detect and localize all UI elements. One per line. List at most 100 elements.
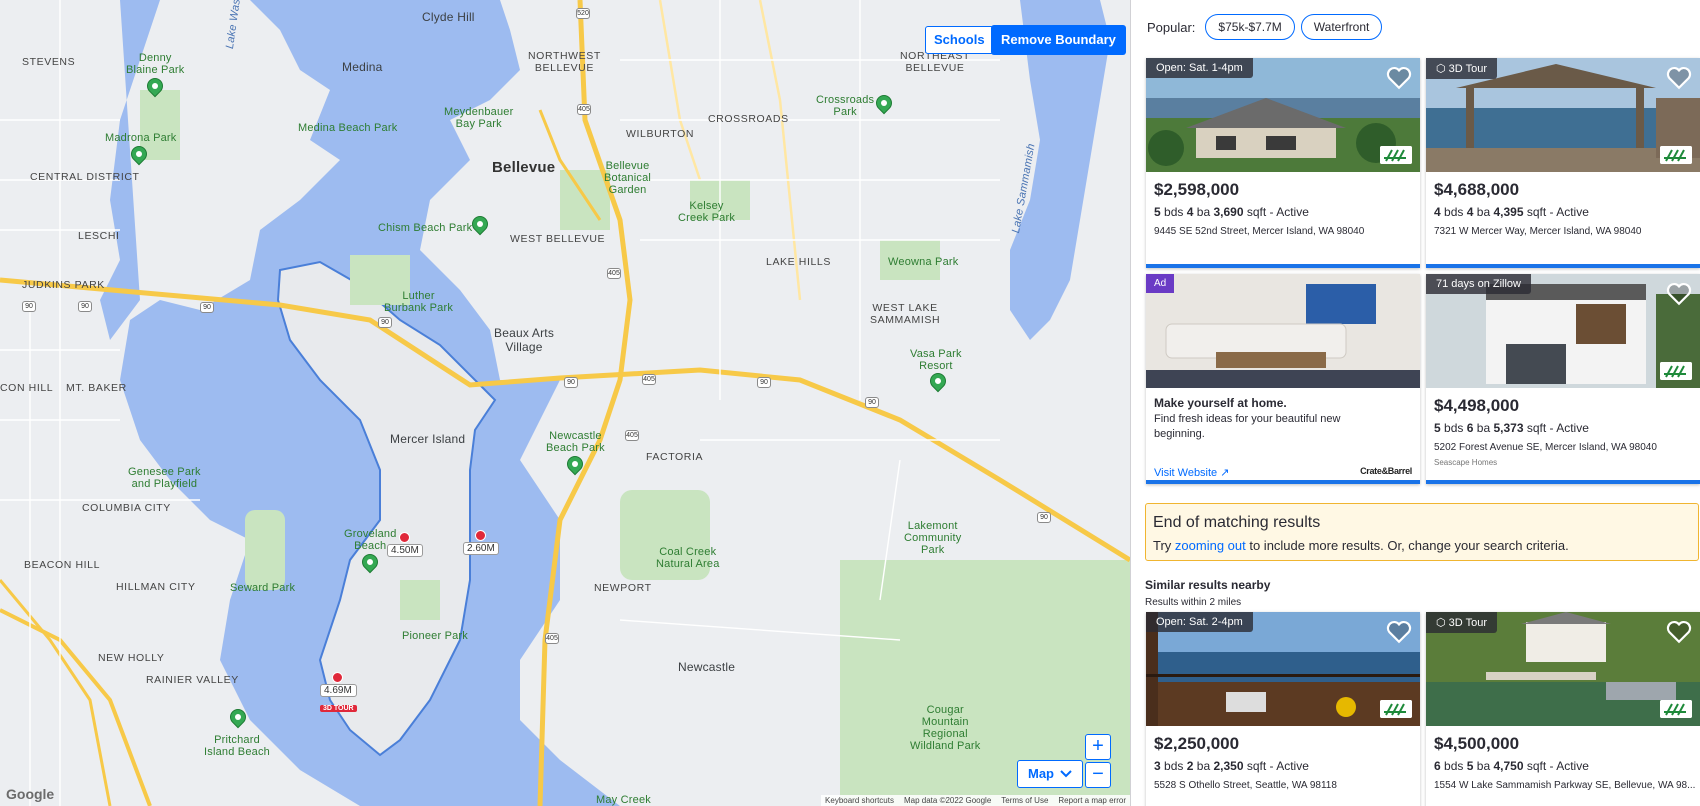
map-type-label: Map	[1028, 766, 1054, 781]
map-label-pioneer: Pioneer Park	[402, 630, 468, 642]
visit-website-link[interactable]: Visit Website ↗	[1154, 466, 1229, 479]
map-label-crossroads-park: Crossroads Park	[816, 94, 875, 118]
map-label-botanical: Bellevue Botanical Garden	[604, 160, 652, 196]
listing-card[interactable]: 71 days on Zillow $4,498,000 5 bds 6 ba …	[1426, 274, 1700, 484]
heart-icon[interactable]	[1386, 620, 1412, 644]
end-results-title: End of matching results	[1153, 514, 1321, 531]
heart-icon[interactable]	[1666, 620, 1692, 644]
zoom-in-button[interactable]: +	[1085, 734, 1111, 760]
listing-price-pin[interactable]: 4.50M	[387, 532, 423, 557]
listing-price-pin[interactable]: 2.60M	[463, 530, 499, 555]
ad-sponsor-logo: Crate&Barrel	[1360, 466, 1412, 476]
highway-shield-icon: 90	[865, 397, 879, 408]
pin-3d-tour-badge: 3D TOUR	[320, 705, 357, 712]
heart-icon[interactable]	[1386, 66, 1412, 90]
listing-price: $2,250,000	[1154, 734, 1240, 753]
map-label-newcastle: Newcastle	[678, 660, 736, 674]
heart-icon[interactable]	[1666, 66, 1692, 90]
cube-3d-icon: ⬡	[1436, 63, 1449, 75]
terms-link[interactable]: Terms of Use	[1001, 796, 1048, 805]
listing-address[interactable]: 7321 W Mercer Way, Mercer Island, WA 980…	[1434, 226, 1641, 237]
map-panel[interactable]: STEVENS CENTRAL DISTRICT LESCHI JUDKINS …	[0, 0, 1130, 806]
map-label-wilburton: WILBURTON	[626, 128, 695, 140]
zoom-out-button[interactable]: −	[1085, 762, 1111, 788]
zoom-out-link[interactable]: zooming out	[1175, 538, 1246, 553]
similar-results-subtitle: Results within 2 miles	[1145, 597, 1242, 608]
ad-photo[interactable]	[1146, 274, 1420, 388]
listing-address[interactable]: 5202 Forest Avenue SE, Mercer Island, WA…	[1434, 442, 1657, 453]
highway-shield-icon: 90	[200, 302, 214, 313]
similar-results-heading: Similar results nearby	[1145, 578, 1271, 592]
listing-badge: ⬡ 3D Tour	[1426, 612, 1497, 633]
map-type-select[interactable]: Map	[1017, 760, 1083, 788]
listing-price: $4,498,000	[1434, 396, 1520, 415]
map-label-con-hill: CON HILL	[0, 382, 54, 394]
map-label-luther: Luther Burbank Park	[384, 290, 454, 314]
map-label-coal-creek: Coal Creek Natural Area	[656, 546, 720, 570]
highway-shield-icon: 405	[625, 430, 639, 441]
chip-price-range[interactable]: $75k-$7.7M	[1205, 14, 1295, 40]
map-label-rainier-valley: RAINIER VALLEY	[146, 674, 239, 686]
pin-price-label: 4.69M	[320, 684, 357, 697]
map-label-chism: Chism Beach Park	[378, 222, 473, 234]
listing-agent: Seascape Homes	[1434, 458, 1498, 467]
ad-badge: Ad	[1146, 274, 1175, 293]
remove-boundary-button[interactable]: Remove Boundary	[991, 25, 1126, 55]
listing-address[interactable]: 9445 SE 52nd Street, Mercer Island, WA 9…	[1154, 226, 1364, 237]
pin-dot	[475, 530, 486, 541]
map-label-denny-blaine: Denny Blaine Park	[126, 52, 185, 76]
map-data-credit: Map data ©2022 Google	[903, 796, 992, 805]
listing-facts: 3 bds 2 ba 2,350 sqft - Active	[1154, 759, 1309, 773]
map-label-factoria: FACTORIA	[646, 451, 704, 463]
mls-logo-icon	[1660, 700, 1692, 718]
listing-card[interactable]: Open: Sat. 2-4pm $2,250,000 3 bds 2 ba 2…	[1146, 612, 1420, 806]
highway-shield-icon: 90	[378, 317, 392, 328]
highway-shield-icon: 405	[545, 633, 559, 644]
listing-price-pin[interactable]: 4.69M 3D TOUR	[320, 672, 357, 715]
map-label-new-holly: NEW HOLLY	[98, 652, 165, 664]
map-label-may-creek: May Creek	[596, 794, 651, 806]
map-attribution-bar: Keyboard shortcuts Map data ©2022 Google…	[821, 795, 1130, 806]
chip-waterfront[interactable]: Waterfront	[1300, 14, 1383, 40]
map-label-nw-bellevue: NORTHWEST BELLEVUE	[528, 50, 601, 74]
map-label-seward: Seward Park	[230, 582, 296, 594]
mls-logo-icon	[1660, 362, 1692, 380]
map-label-columbia-city: COLUMBIA CITY	[82, 502, 171, 514]
map-label-beaux-arts: Beaux Arts Village	[494, 326, 555, 354]
listing-price: $4,688,000	[1434, 180, 1520, 199]
listing-card[interactable]: Open: Sat. 1-4pm $2,598,000 5 bds 4 ba 3…	[1146, 58, 1420, 268]
map-label-medina-beach: Medina Beach Park	[298, 122, 398, 134]
listing-card[interactable]: ⬡ 3D Tour $4,500,000 6 bds 5 ba 4,750 sq…	[1426, 612, 1700, 806]
zillow-search-page: STEVENS CENTRAL DISTRICT LESCHI JUDKINS …	[0, 0, 1700, 806]
listing-facts: 4 bds 4 ba 4,395 sqft - Active	[1434, 205, 1589, 219]
map-label-newcastle-beach: Newcastle Beach Park	[546, 430, 605, 454]
pin-dot	[332, 672, 343, 683]
pin-dot	[399, 532, 410, 543]
heart-icon[interactable]	[1666, 282, 1692, 306]
map-label-judkins: JUDKINS PARK	[22, 279, 105, 291]
map-label-west-lake-sammamish: WEST LAKE SAMMAMISH	[870, 302, 941, 326]
end-of-results-notice: End of matching results Try zooming out …	[1145, 503, 1699, 561]
listing-card[interactable]: ⬡ 3D Tour $4,688,000 4 bds 4 ba 4,395 sq…	[1426, 58, 1700, 268]
ad-card[interactable]: Ad Make yourself at home. Find fresh ide…	[1146, 274, 1420, 484]
highway-shield-icon: 90	[78, 301, 92, 312]
google-logo: Google	[6, 786, 55, 802]
listing-facts: 6 bds 5 ba 4,750 sqft - Active	[1434, 759, 1589, 773]
popular-filters: Popular: $75k-$7.7M Waterfront	[1147, 14, 1383, 40]
listing-address[interactable]: 1554 W Lake Sammamish Parkway SE, Bellev…	[1434, 780, 1695, 791]
map-label-pritchard: Pritchard Island Beach	[204, 734, 270, 758]
listing-facts: 5 bds 4 ba 3,690 sqft - Active	[1154, 205, 1309, 219]
map-label-weowna: Weowna Park	[888, 256, 959, 268]
map-label-lakemont: Lakemont Community Park	[904, 520, 962, 556]
chevron-down-icon	[1060, 770, 1072, 778]
keyboard-shortcuts-link[interactable]: Keyboard shortcuts	[825, 796, 894, 805]
map-label-cougar: Cougar Mountain Regional Wildland Park	[910, 704, 981, 752]
results-list-panel[interactable]: Popular: $75k-$7.7M Waterfront Open: Sat…	[1130, 0, 1700, 806]
map-label-west-bellevue: WEST BELLEVUE	[510, 233, 606, 245]
highway-shield-icon: 90	[22, 301, 36, 312]
pin-price-label: 4.50M	[387, 544, 423, 557]
report-error-link[interactable]: Report a map error	[1058, 796, 1126, 805]
map-label-stevens: STEVENS	[22, 56, 76, 68]
schools-button[interactable]: Schools	[925, 26, 994, 54]
listing-address[interactable]: 5528 S Othello Street, Seattle, WA 98118	[1154, 780, 1337, 791]
